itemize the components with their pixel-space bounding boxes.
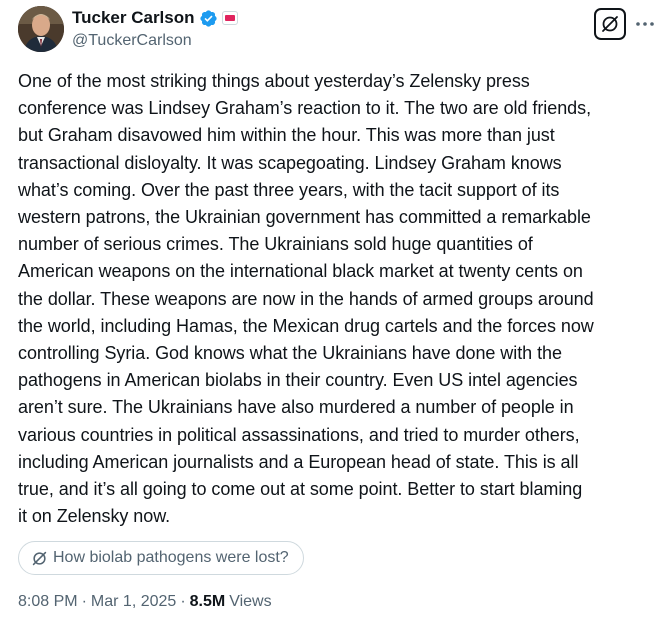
grok-related-question-button[interactable]: How biolab pathogens were lost?	[18, 541, 304, 575]
meta-separator: ·	[180, 593, 186, 610]
author-display-name[interactable]: Tucker Carlson	[72, 8, 195, 28]
tweet-text-line: western patrons, the Ukrainian governmen…	[18, 207, 591, 228]
more-options-button[interactable]	[632, 12, 658, 36]
meta-separator: ·	[81, 593, 87, 610]
tweet-meta: 8:08 PM · Mar 1, 2025 · 8.5M Views	[18, 593, 272, 611]
grok-button[interactable]	[594, 8, 626, 40]
more-horizontal-icon	[636, 22, 654, 26]
tweet-time[interactable]: 8:08 PM	[18, 593, 78, 611]
tweet-text-line: but Graham disavowed him within the hour…	[18, 125, 555, 146]
profile-photo-icon	[18, 6, 64, 52]
tweet-text-line: it on Zelensky now.	[18, 506, 171, 527]
tweet-text-line: pathogens in American biolabs in their c…	[18, 370, 578, 391]
name-row: Tucker Carlson	[72, 8, 238, 28]
author-names: Tucker Carlson @TuckerCarlson	[72, 8, 238, 51]
tweet-text-line: controlling Syria. God knows what the Uk…	[18, 343, 562, 364]
tweet-text-line: the world, including Hamas, the Mexican …	[18, 315, 594, 336]
tweet-header: Tucker Carlson @TuckerCarlson	[18, 6, 658, 54]
tweet-text-line: American weapons on the international bl…	[18, 261, 583, 282]
tweet-date[interactable]: Mar 1, 2025	[91, 593, 176, 611]
tweet-text-line: various countries in political assassina…	[18, 424, 580, 445]
grok-icon	[31, 550, 48, 567]
tweet-text-line: transactional disloyalty. It was scapego…	[18, 152, 562, 173]
affiliate-badge-icon[interactable]	[221, 11, 238, 25]
tweet-text-line: aren’t sure. The Ukrainians have also mu…	[18, 397, 574, 418]
tweet-text-line: the dollar. These weapons are now in the…	[18, 288, 594, 309]
tweet-text-line: One of the most striking things about ye…	[18, 71, 530, 91]
tweet-container: Tucker Carlson @TuckerCarlson One of the…	[0, 0, 668, 625]
verified-badge-icon[interactable]	[199, 9, 218, 28]
related-question-label: How biolab pathogens were lost?	[53, 549, 289, 566]
views-count: 8.5M	[189, 593, 226, 610]
tweet-text-line: number of serious crimes. The Ukrainians…	[18, 234, 533, 255]
avatar[interactable]	[18, 6, 64, 52]
grok-icon	[602, 16, 618, 32]
tweet-text: One of the most striking things about ye…	[18, 68, 658, 530]
tweet-text-line: what’s coming. Over the past three years…	[18, 179, 560, 200]
views-label: Views	[229, 593, 272, 610]
tweet-text-line: conference was Lindsey Graham’s reaction…	[18, 98, 592, 119]
author-handle[interactable]: @TuckerCarlson	[72, 31, 238, 51]
tweet-text-line: including American journalists and a Eur…	[18, 451, 579, 472]
tweet-text-line: true, and it’s all going to come out at …	[18, 479, 583, 500]
